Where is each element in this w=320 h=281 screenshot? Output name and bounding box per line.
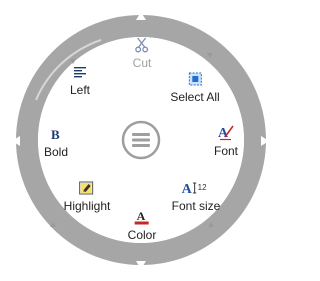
scissors-icon [135,37,149,52]
nav-up-arrow-icon[interactable] [134,10,148,24]
bold-icon: B [51,127,60,142]
color-button[interactable]: A Color [127,208,157,243]
font-icon: A [218,125,234,141]
highlight-icon [79,181,94,194]
hamburger-menu-icon[interactable] [121,120,161,160]
select-all-button[interactable]: Select All [170,70,220,104]
cut-button[interactable]: Cut [132,36,152,70]
bold-button[interactable]: B Bold [43,125,69,160]
nav-left-arrow-icon[interactable] [10,134,24,148]
select-all-icon [188,72,202,85]
font-size-button[interactable]: A 12 Font size [171,179,221,214]
align-left-button[interactable]: Left [70,63,90,97]
align-left-label: Left [69,83,91,97]
svg-text:B: B [51,127,60,142]
align-left-icon [73,66,86,77]
cut-label: Cut [132,56,152,70]
svg-text:A: A [137,209,146,223]
font-color-icon: A [135,209,149,224]
font-size-icon: A 12 [182,182,207,196]
highlight-label: Highlight [63,199,111,213]
nav-down-arrow-icon[interactable] [134,257,148,271]
select-all-label: Select All [170,90,220,104]
font-label: Font [213,144,239,158]
nav-right-arrow-icon[interactable] [257,134,271,148]
highlight-button[interactable]: Highlight [63,179,111,213]
font-size-badge: 12 [198,183,207,192]
font-size-label: Font size [171,199,221,213]
font-button[interactable]: A Font [214,124,238,158]
color-label: Color [127,228,157,242]
svg-text:A: A [182,182,193,196]
bold-label: Bold [43,145,69,159]
radial-menu: Cut Select All A Font A 12 Font size A C… [0,0,281,281]
